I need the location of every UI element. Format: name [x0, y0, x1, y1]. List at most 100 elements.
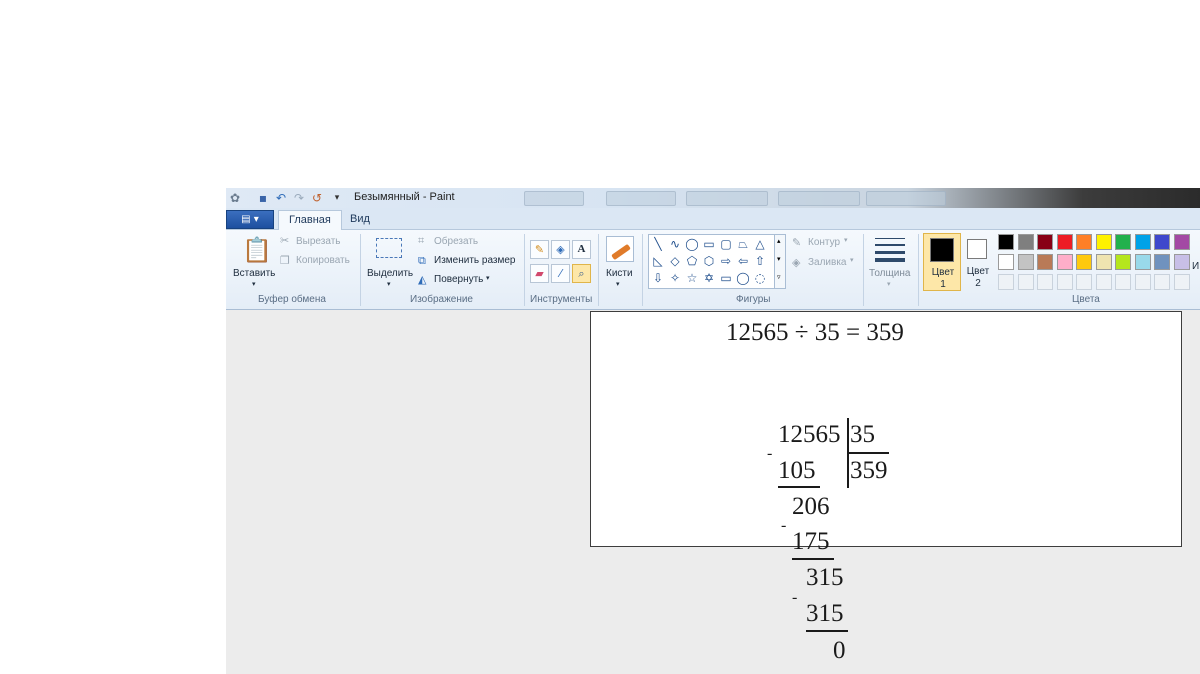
rectangle-shape-icon[interactable]: ▭: [701, 236, 717, 252]
palette-swatch[interactable]: [1057, 234, 1073, 250]
pentagon-shape-icon[interactable]: ⬠: [684, 253, 700, 269]
rotate-button[interactable]: Повернуть: [434, 274, 483, 285]
size-button[interactable]: Толщина ▾: [868, 232, 912, 290]
six-point-star-shape-icon[interactable]: ✡: [701, 270, 717, 286]
custom-color-slot[interactable]: [1057, 274, 1073, 290]
right-triangle-shape-icon[interactable]: ◺: [650, 253, 666, 269]
text-tool[interactable]: A: [572, 240, 591, 259]
paint-menu-button[interactable]: ▤ ▾: [226, 210, 274, 229]
curve-shape-icon[interactable]: ∿: [667, 236, 683, 252]
edit-colors-button[interactable]: И: [1192, 261, 1199, 272]
select-label: Выделить: [367, 268, 414, 279]
division-bracket-horizontal: [847, 452, 889, 454]
right-arrow-shape-icon[interactable]: ⇨: [718, 253, 734, 269]
oval-shape-icon[interactable]: ◯: [684, 236, 700, 252]
color1-button[interactable]: Цвет 1: [923, 233, 961, 291]
custom-color-slot[interactable]: [1096, 274, 1112, 290]
custom-color-slot[interactable]: [1174, 274, 1190, 290]
up-arrow-shape-icon[interactable]: ⇧: [752, 253, 768, 269]
cut-button[interactable]: Вырезать: [296, 236, 340, 247]
brushes-label: Кисти: [606, 268, 633, 279]
crop-button[interactable]: Обрезать: [434, 236, 478, 247]
rounded-rectangle-shape-icon[interactable]: ▢: [718, 236, 734, 252]
palette-swatch[interactable]: [1154, 234, 1170, 250]
palette-swatch[interactable]: [1096, 234, 1112, 250]
custom-color-slot[interactable]: [1135, 274, 1151, 290]
magnifier-icon: ⌕: [578, 267, 585, 280]
palette-swatch[interactable]: [1076, 234, 1092, 250]
fill-button[interactable]: Заливка: [808, 257, 847, 268]
left-arrow-shape-icon[interactable]: ⇦: [735, 253, 751, 269]
clipboard-icon: 📋: [242, 236, 272, 264]
palette-swatch[interactable]: [1096, 254, 1112, 270]
drawing-canvas[interactable]: [590, 311, 1182, 547]
select-button[interactable]: Выделить ▾: [366, 232, 414, 290]
redo-icon[interactable]: ↷: [292, 191, 306, 205]
color2-label: Цвет 2: [966, 266, 990, 289]
line-shape-icon[interactable]: ╲: [650, 236, 666, 252]
hexagon-shape-icon[interactable]: ⬡: [701, 253, 717, 269]
color-picker-tool[interactable]: ⁄: [551, 264, 570, 283]
minus-sign: -: [767, 445, 773, 462]
tab-home[interactable]: Главная: [278, 210, 342, 231]
brushes-button[interactable]: Кисти ▾: [603, 232, 637, 290]
fill-icon: ◈: [792, 256, 801, 269]
palette-swatch[interactable]: [1057, 254, 1073, 270]
brush-icon: [606, 236, 634, 262]
line-thickness-icon: [875, 238, 905, 262]
custom-color-slot[interactable]: [1115, 274, 1131, 290]
palette-swatch[interactable]: [1115, 234, 1131, 250]
triangle-shape-icon[interactable]: △: [752, 236, 768, 252]
minus-sign: -: [781, 517, 787, 534]
palette-swatch[interactable]: [1135, 234, 1151, 250]
gallery-scroll[interactable]: ▴ ▾ ▿: [774, 235, 785, 288]
palette-swatch[interactable]: [998, 234, 1014, 250]
palette-swatch[interactable]: [1076, 254, 1092, 270]
down-arrow-shape-icon[interactable]: ⇩: [650, 270, 666, 286]
custom-color-slot[interactable]: [1154, 274, 1170, 290]
remainder: 0: [833, 637, 846, 664]
color2-button[interactable]: Цвет 2: [963, 233, 993, 291]
palette-swatch[interactable]: [1037, 234, 1053, 250]
palette-swatch[interactable]: [1135, 254, 1151, 270]
fill-tool[interactable]: ◈: [551, 240, 570, 259]
copy-button[interactable]: Копировать: [296, 255, 350, 266]
resize-button[interactable]: Изменить размер: [434, 255, 515, 266]
five-point-star-shape-icon[interactable]: ☆: [684, 270, 700, 286]
four-point-star-shape-icon[interactable]: ✧: [667, 270, 683, 286]
polygon-shape-icon[interactable]: ⏢: [735, 236, 751, 252]
undo-icon[interactable]: ↶: [274, 191, 288, 205]
cloud-callout-shape-icon[interactable]: ◌: [752, 270, 768, 286]
chevron-down-icon: ▾: [616, 281, 620, 288]
paste-button[interactable]: 📋 Вставить ▾: [230, 232, 278, 290]
save-icon[interactable]: ▪: [256, 191, 270, 205]
palette-swatch[interactable]: [1174, 254, 1190, 270]
palette-swatch[interactable]: [1018, 234, 1034, 250]
custom-color-slot[interactable]: [1018, 274, 1034, 290]
custom-color-slot[interactable]: [1037, 274, 1053, 290]
rect-callout-shape-icon[interactable]: ▭: [718, 270, 734, 286]
custom-color-slot[interactable]: [998, 274, 1014, 290]
tab-view[interactable]: Вид: [340, 210, 380, 231]
oval-callout-shape-icon[interactable]: ◯: [735, 270, 751, 286]
palette-swatch[interactable]: [1174, 234, 1190, 250]
palette-swatch[interactable]: [1037, 254, 1053, 270]
history-icon[interactable]: ↺: [310, 191, 324, 205]
ribbon-separator: [642, 234, 643, 306]
paint-app-icon[interactable]: ✿: [228, 191, 242, 205]
ribbon-separator: [918, 234, 919, 306]
palette-swatch[interactable]: [998, 254, 1014, 270]
magnifier-tool[interactable]: ⌕: [572, 264, 591, 283]
palette-swatch[interactable]: [1154, 254, 1170, 270]
eraser-tool[interactable]: ▰: [530, 264, 549, 283]
background-taskbar-item: [778, 191, 860, 206]
title-bar: ✿ ▪ ↶ ↷ ↺ ▾ Безымянный - Paint: [226, 188, 1200, 208]
background-taskbar-item: [606, 191, 676, 206]
customize-toolbar-icon[interactable]: ▾: [330, 191, 344, 205]
palette-swatch[interactable]: [1115, 254, 1131, 270]
palette-swatch[interactable]: [1018, 254, 1034, 270]
outline-button[interactable]: Контур: [808, 237, 840, 248]
custom-color-slot[interactable]: [1076, 274, 1092, 290]
diamond-shape-icon[interactable]: ◇: [667, 253, 683, 269]
pencil-tool[interactable]: ✎: [530, 240, 549, 259]
